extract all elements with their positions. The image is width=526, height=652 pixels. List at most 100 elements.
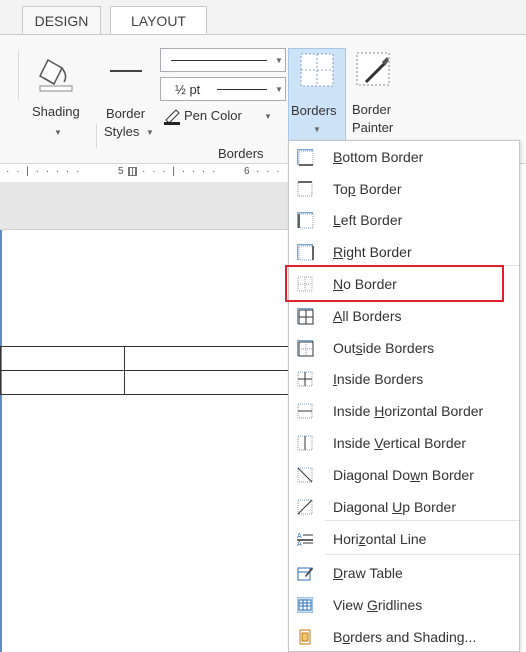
menu-item-label: Draw Table xyxy=(333,565,403,581)
chevron-down-icon: ▼ xyxy=(313,125,321,134)
chevron-down-icon: ▼ xyxy=(275,56,283,65)
diagonal-up-border-icon xyxy=(297,499,313,515)
left-border-icon xyxy=(297,212,314,229)
menu-item-label: Inside Vertical Border xyxy=(333,435,467,451)
menu-item-inside-vertical-border[interactable]: Inside Vertical Border xyxy=(289,428,519,459)
line-style-dropdown[interactable]: ▼ xyxy=(160,48,286,72)
menu-item-label: Outside Borders xyxy=(333,340,435,356)
borders-group-label: Borders xyxy=(218,146,264,161)
draw-table-icon xyxy=(297,565,313,581)
right-border-icon xyxy=(297,244,314,261)
menu-item-inside-borders[interactable]: Inside Borders xyxy=(289,364,519,395)
border-painter-icon xyxy=(356,52,390,86)
view-gridlines-icon xyxy=(296,596,314,614)
ruler-ticks: · · · | · · · · xyxy=(142,166,218,177)
document-table[interactable] xyxy=(0,346,296,395)
menu-item-label: Inside Horizontal Border xyxy=(333,403,484,419)
menu-item-left-border[interactable]: Left Border xyxy=(289,205,519,236)
menu-item-diagonal-up-border[interactable]: Diagonal Up Border xyxy=(289,492,519,523)
line-weight-value: ½ pt xyxy=(175,82,201,97)
menu-item-label: View Gridlines xyxy=(333,597,423,613)
menu-item-right-border[interactable]: Right Border xyxy=(289,237,519,268)
top-border-icon xyxy=(297,181,313,197)
ruler-ticks: · · | · · · · · xyxy=(6,166,82,177)
menu-item-label: Inside Borders xyxy=(333,371,424,387)
ruler-number-6: 6 xyxy=(244,166,250,177)
menu-item-diagonal-down-border[interactable]: Diagonal Down Border xyxy=(289,460,519,491)
inside-horizontal-border-icon xyxy=(297,403,313,419)
outside-borders-icon xyxy=(297,340,314,357)
menu-item-label: Top Border xyxy=(333,181,402,197)
menu-item-label: All Borders xyxy=(333,308,402,324)
menu-item-label: Bottom Border xyxy=(333,149,424,165)
menu-item-borders-and-shading[interactable]: Borders and Shading... xyxy=(289,622,519,652)
table-cell[interactable] xyxy=(124,370,296,395)
svg-text:A: A xyxy=(297,533,302,540)
table-cell[interactable] xyxy=(124,346,296,371)
table-cell[interactable] xyxy=(0,370,125,395)
line-style-icon xyxy=(110,70,142,72)
chevron-down-icon: ▼ xyxy=(275,85,283,94)
menu-item-horizontal-line[interactable]: A A Horizontal Line xyxy=(289,524,519,555)
horizontal-line-icon: AA xyxy=(297,531,313,548)
chevron-down-icon: ▼ xyxy=(54,128,62,137)
inside-borders-icon xyxy=(297,371,313,387)
chevron-down-icon: ▼ xyxy=(264,112,272,121)
menu-separator xyxy=(325,520,519,521)
borders-and-shading-icon xyxy=(297,629,313,645)
menu-item-label: Left Border xyxy=(333,212,403,228)
svg-text:A: A xyxy=(297,541,302,547)
menu-item-outside-borders[interactable]: Outside Borders xyxy=(289,333,519,364)
borders-dropdown-menu: Bottom Border Top Border Left Border Right … xyxy=(288,140,520,652)
line-weight-dropdown[interactable]: ½ pt ▼ xyxy=(160,77,286,101)
ribbon-tab-bar: DESIGN LAYOUT xyxy=(0,0,526,35)
table-row xyxy=(0,370,296,395)
ruler-ticks: · · · xyxy=(256,166,282,177)
inside-vertical-border-icon xyxy=(297,435,313,451)
menu-item-bottom-border[interactable]: Bottom Border xyxy=(289,142,519,173)
menu-item-label: Right Border xyxy=(333,244,412,260)
paint-bucket-icon xyxy=(39,58,73,92)
menu-separator xyxy=(325,554,519,555)
page-gap xyxy=(0,182,300,230)
borders-button[interactable]: Borders ▼ xyxy=(288,48,346,150)
border-painter-button[interactable]: Border Painter xyxy=(348,48,404,138)
menu-item-view-gridlines[interactable]: View Gridlines xyxy=(289,590,519,621)
line-weight-preview xyxy=(217,89,267,90)
bottom-border-icon xyxy=(297,149,314,166)
pen-color-label: Pen Color xyxy=(184,108,242,123)
all-borders-icon xyxy=(297,308,314,325)
border-painter-label-2: Painter xyxy=(352,120,394,135)
border-painter-label-1: Border xyxy=(352,102,392,117)
pen-color-button[interactable]: Pen Color ▼ xyxy=(160,106,286,128)
menu-item-label: Horizontal Line xyxy=(333,531,427,547)
shading-button[interactable]: Shading ▼ xyxy=(20,48,92,148)
menu-item-label: Borders and Shading... xyxy=(333,629,477,645)
menu-item-label: Diagonal Up Border xyxy=(333,499,456,515)
menu-item-label: Diagonal Down Border xyxy=(333,467,474,483)
ruler-number-5: 5 xyxy=(118,166,124,177)
table-row xyxy=(0,346,296,371)
menu-item-top-border[interactable]: Top Border xyxy=(289,174,519,205)
tab-design[interactable]: DESIGN xyxy=(22,6,101,35)
line-style-preview xyxy=(171,60,267,61)
menu-item-draw-table[interactable]: Draw Table xyxy=(289,558,519,589)
borders-label: Borders xyxy=(291,103,337,118)
shading-label: Shading xyxy=(32,104,80,119)
horizontal-ruler[interactable]: · · | · · · · · 5 · · · | · · · · 6 · · … xyxy=(0,164,300,182)
tab-layout[interactable]: LAYOUT xyxy=(110,6,207,35)
menu-item-all-borders[interactable]: All Borders xyxy=(289,301,519,332)
table-cell[interactable] xyxy=(0,346,125,371)
menu-item-inside-horizontal-border[interactable]: Inside Horizontal Border xyxy=(289,396,519,427)
border-styles-label-2: Styles xyxy=(104,124,140,139)
border-styles-button[interactable]: Border Styles ▼ xyxy=(100,48,156,148)
border-styles-label-1: Border xyxy=(106,106,146,121)
diagonal-down-border-icon xyxy=(297,467,313,483)
divider xyxy=(96,124,97,148)
pen-icon xyxy=(164,109,180,125)
table-column-marker-icon[interactable] xyxy=(128,167,137,176)
borders-grid-icon xyxy=(300,53,334,87)
divider xyxy=(18,50,19,100)
annotation-highlight xyxy=(285,265,504,302)
chevron-down-icon: ▼ xyxy=(146,128,154,137)
